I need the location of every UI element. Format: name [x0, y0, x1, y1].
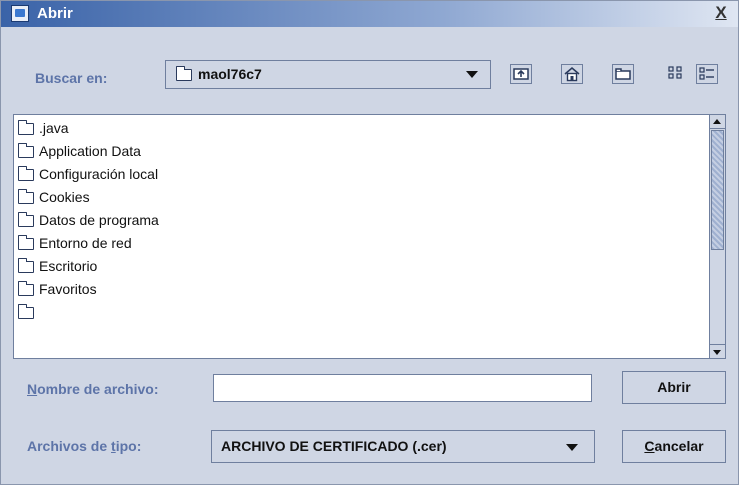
file-name-label-text: ombre de archivo: — [37, 381, 159, 397]
cancel-button[interactable]: Cancelar — [622, 430, 726, 463]
folder-icon — [17, 120, 34, 135]
file-type-label: Archivos de tipo: — [27, 438, 141, 454]
folder-icon — [17, 189, 34, 204]
vertical-scrollbar[interactable] — [709, 115, 725, 358]
file-list[interactable]: .java Application Data Configuración loc… — [13, 114, 726, 359]
file-name: Entorno de red — [39, 235, 132, 251]
scroll-thumb[interactable] — [711, 130, 724, 250]
file-type-label-rest: ipo: — [115, 438, 142, 454]
file-name-label: Nombre de archivo: — [27, 381, 159, 397]
title-bar[interactable]: Abrir X — [1, 1, 738, 27]
current-folder-name: maol76c7 — [198, 66, 262, 82]
new-folder-button[interactable] — [612, 64, 634, 84]
folder-icon — [17, 281, 34, 296]
chevron-down-icon — [566, 444, 578, 451]
look-in-combo[interactable]: maol76c7 — [165, 60, 491, 89]
new-folder-icon — [615, 68, 631, 80]
open-dialog: Abrir X Buscar en: maol76c7 .java Applic… — [0, 0, 739, 485]
file-name: .java — [39, 120, 69, 136]
list-view-icon — [668, 66, 682, 79]
folder-icon — [17, 258, 34, 273]
home-icon — [564, 66, 580, 82]
file-name: Datos de programa — [39, 212, 159, 228]
folder-icon — [17, 212, 34, 227]
details-view-icon — [699, 67, 714, 80]
file-name: Escritorio — [39, 258, 98, 274]
folder-icon — [17, 166, 34, 181]
file-name: Cookies — [39, 189, 90, 205]
chevron-down-icon — [466, 71, 478, 78]
file-type-combo[interactable]: ARCHIVO DE CERTIFICADO (.cer) — [211, 430, 595, 463]
dialog-title: Abrir — [37, 5, 73, 22]
file-name: Favoritos — [39, 281, 97, 297]
folder-icon — [175, 66, 192, 81]
folder-icon — [17, 235, 34, 250]
folder-icon — [17, 304, 34, 319]
app-icon — [11, 5, 29, 22]
file-name-input[interactable] — [213, 374, 592, 402]
file-type-selected: ARCHIVO DE CERTIFICADO (.cer) — [221, 438, 447, 454]
list-view-button[interactable] — [666, 64, 688, 84]
close-button[interactable]: X — [712, 3, 730, 23]
file-name: Application Data — [39, 143, 141, 159]
cancel-mnemonic: C — [644, 438, 655, 454]
folder-icon — [17, 143, 34, 158]
up-folder-button[interactable] — [510, 64, 532, 84]
look-in-label: Buscar en: — [35, 70, 108, 86]
up-folder-icon — [513, 68, 529, 80]
file-type-label-prefix: Archivos de — [27, 438, 112, 454]
file-name: Configuración local — [39, 166, 159, 182]
cancel-label: ancelar — [654, 438, 704, 454]
open-button[interactable]: Abrir — [622, 371, 726, 404]
home-button[interactable] — [561, 64, 583, 84]
details-view-button[interactable] — [696, 64, 718, 84]
scroll-down-button[interactable] — [710, 344, 725, 358]
scroll-up-button[interactable] — [710, 115, 725, 129]
file-name-mnemonic: N — [27, 381, 38, 397]
